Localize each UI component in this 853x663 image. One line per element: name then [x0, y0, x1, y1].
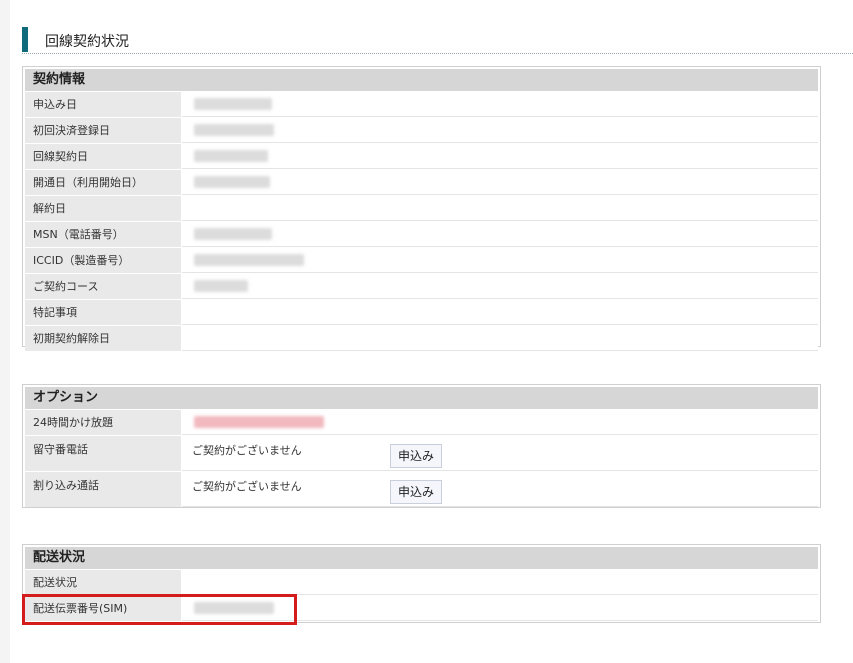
row-value: [182, 570, 818, 595]
row-label: MSN（電話番号）: [25, 222, 182, 247]
table-row: ICCID（製造番号）: [25, 247, 818, 273]
row-label: 開通日（利用開始日）: [25, 170, 182, 195]
page-title: 回線契約状況: [45, 34, 129, 50]
row-label: 配送状況: [25, 570, 182, 595]
delivery-panel: 配送状況 配送状況 配送伝票番号(SIM): [22, 544, 821, 623]
table-row: MSN（電話番号）: [25, 221, 818, 247]
row-value: [182, 300, 818, 325]
row-label: 初期契約解除日: [25, 326, 182, 351]
table-row: 配送状況: [25, 569, 818, 595]
row-value: [182, 196, 818, 221]
row-label: 初回決済登録日: [25, 118, 182, 143]
row-value-redacted: [182, 170, 818, 195]
table-row: 初期契約解除日: [25, 325, 818, 351]
row-value-redacted: [182, 222, 818, 247]
row-value-redacted: [182, 248, 818, 273]
row-label: 留守番電話: [25, 436, 182, 471]
table-row: 留守番電話 ご契約がございません 申込み: [25, 435, 818, 471]
table-row: 24時間かけ放題: [25, 409, 818, 435]
row-value: ご契約がございません 申込み: [182, 436, 818, 471]
contract-info-panel: 契約情報 申込み日 初回決済登録日 回線契約日 開通日（利用開始日） 解約日 M…: [22, 66, 821, 351]
row-label: 配送伝票番号(SIM): [25, 596, 182, 621]
option-status-text: ご契約がございません: [192, 444, 302, 457]
option-status-text: ご契約がございません: [192, 480, 302, 493]
row-value-redacted: [182, 118, 818, 143]
apply-voicemail-button[interactable]: 申込み: [390, 444, 443, 468]
table-row: 申込み日: [25, 91, 818, 117]
left-margin-strip: [0, 0, 10, 663]
options-panel: オプション 24時間かけ放題 留守番電話 ご契約がございません 申込み 割り込み…: [22, 384, 821, 508]
table-row: 割り込み通話 ご契約がございません 申込み: [25, 471, 818, 507]
table-row: 回線契約日: [25, 143, 818, 169]
table-row: 配送伝票番号(SIM): [25, 595, 818, 621]
table-row: 初回決済登録日: [25, 117, 818, 143]
row-value-redacted: [182, 274, 818, 299]
delivery-header: 配送状況: [25, 547, 818, 569]
row-value: [182, 326, 818, 351]
row-value-redacted: [182, 410, 818, 435]
options-header: オプション: [25, 387, 818, 409]
table-row: 解約日: [25, 195, 818, 221]
row-value: ご契約がございません 申込み: [182, 472, 818, 507]
section-heading: 回線契約状況: [22, 27, 853, 54]
heading-accent-bar: [22, 27, 28, 52]
row-label: 特記事項: [25, 300, 182, 325]
row-label: 申込み日: [25, 92, 182, 117]
row-value-redacted: [182, 596, 818, 621]
table-row: 特記事項: [25, 299, 818, 325]
row-label: 24時間かけ放題: [25, 410, 182, 435]
row-value-redacted: [182, 92, 818, 117]
row-label: ご契約コース: [25, 274, 182, 299]
row-label: ICCID（製造番号）: [25, 248, 182, 273]
table-row: ご契約コース: [25, 273, 818, 299]
contract-info-header: 契約情報: [25, 69, 818, 91]
apply-call-waiting-button[interactable]: 申込み: [390, 480, 443, 504]
table-row: 開通日（利用開始日）: [25, 169, 818, 195]
row-label: 回線契約日: [25, 144, 182, 169]
row-label: 解約日: [25, 196, 182, 221]
row-label: 割り込み通話: [25, 472, 182, 507]
row-value-redacted: [182, 144, 818, 169]
